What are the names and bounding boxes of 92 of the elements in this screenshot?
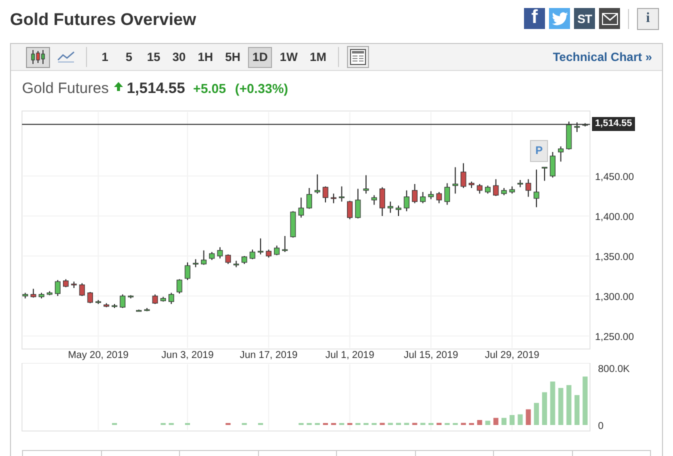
bar [526, 409, 531, 425]
bar [501, 418, 506, 425]
candlestick [314, 174, 320, 194]
candlestick [363, 174, 369, 194]
candlestick [452, 166, 458, 194]
date-axis-label: Jun 17, 2019 [240, 350, 298, 361]
candlestick [217, 246, 223, 259]
interval-tab[interactable]: 1W [276, 46, 302, 68]
bar [485, 420, 490, 425]
candlestick [322, 186, 328, 203]
candlestick [306, 188, 312, 210]
candlestick [54, 280, 61, 296]
bar [566, 385, 572, 425]
bar [574, 395, 580, 425]
current-price-tag: 1,514.55 [592, 117, 635, 132]
candlestick [550, 152, 556, 178]
volume-axis-label: 0 [598, 421, 604, 432]
candlestick [396, 205, 402, 216]
price-axis-label: 1,250.00 [595, 332, 634, 343]
candlestick [282, 236, 288, 252]
bar [558, 388, 564, 425]
interval-tab[interactable]: 1D [248, 46, 272, 68]
candlestick-chart-button[interactable] [26, 46, 50, 68]
info-button[interactable]: i [637, 8, 659, 30]
candlestick [388, 201, 394, 214]
last-price: 1,514.55 [126, 80, 186, 97]
interval-tab[interactable]: 15 [143, 46, 164, 68]
candlestick [412, 184, 418, 204]
candlestick [355, 188, 361, 219]
interval-tab[interactable]: 1H [194, 46, 218, 68]
bar [542, 392, 548, 425]
volume-axis-label: 800.0K [598, 364, 630, 375]
candlestick [460, 162, 466, 188]
candlestick [250, 249, 256, 260]
interval-tab[interactable]: 5H [221, 46, 244, 68]
candlestick [444, 182, 450, 206]
date-axis-label: Jul 15, 2019 [404, 350, 458, 361]
date-axis-label: Jun 3, 2019 [161, 350, 214, 361]
candlestick [436, 192, 442, 204]
candlestick [338, 186, 345, 202]
candlestick [79, 282, 85, 296]
price-axis-label: 1,350.00 [595, 252, 634, 263]
candlestick [420, 192, 426, 204]
candlestick [258, 238, 264, 255]
candlestick [298, 197, 304, 218]
candlestick [558, 146, 564, 162]
candlestick [168, 292, 174, 304]
candlestick [493, 178, 499, 196]
bar [477, 420, 482, 425]
bar [518, 414, 523, 425]
candlestick [371, 194, 377, 206]
technical-chart-link[interactable]: Technical Chart » [552, 50, 652, 64]
interval-tab[interactable]: 30 [168, 46, 190, 68]
candlestick [87, 292, 93, 304]
percent-change: (+0.33%) [235, 81, 288, 96]
candlestick [534, 169, 540, 208]
interval-tab[interactable]: 5 [119, 46, 139, 68]
candlestick [176, 278, 182, 294]
stocktwits-share-button[interactable]: ST [574, 8, 595, 29]
bar [493, 418, 498, 425]
interval-tab[interactable]: 1 [95, 46, 115, 68]
candlestick [347, 200, 353, 220]
candlestick [152, 294, 158, 304]
price-axis-label: 1,450.00 [595, 172, 634, 183]
price-axis-label: 1,400.00 [595, 212, 634, 223]
table-view-button[interactable] [347, 46, 370, 68]
candlestick [574, 122, 580, 132]
price-change: +5.05 [193, 81, 226, 96]
candlestick [274, 245, 280, 256]
bar [582, 376, 588, 425]
candlestick [225, 254, 231, 264]
bar [510, 415, 515, 425]
page-title: Gold Futures Overview [10, 8, 196, 30]
date-axis-label: Jul 29, 2019 [484, 350, 540, 361]
price-axis-label: 1,300.00 [595, 292, 634, 303]
bar [550, 382, 556, 425]
date-axis-label: May 20, 2019 [68, 350, 129, 361]
date-axis-label: Jul 1, 2019 [325, 350, 374, 361]
candlestick [542, 166, 548, 182]
instrument-name: Gold Futures [22, 80, 109, 97]
bar [534, 402, 539, 425]
candlestick [184, 262, 190, 280]
candlestick [379, 186, 386, 216]
candlestick [200, 250, 207, 266]
candlestick [404, 190, 410, 212]
email-share-button[interactable] [599, 8, 620, 29]
candlestick [476, 184, 482, 194]
facebook-share-button[interactable]: f [524, 8, 545, 29]
candlestick [526, 178, 532, 198]
interval-tab[interactable]: 1M [306, 46, 330, 68]
candlestick [330, 193, 336, 204]
candlestick [120, 294, 126, 308]
